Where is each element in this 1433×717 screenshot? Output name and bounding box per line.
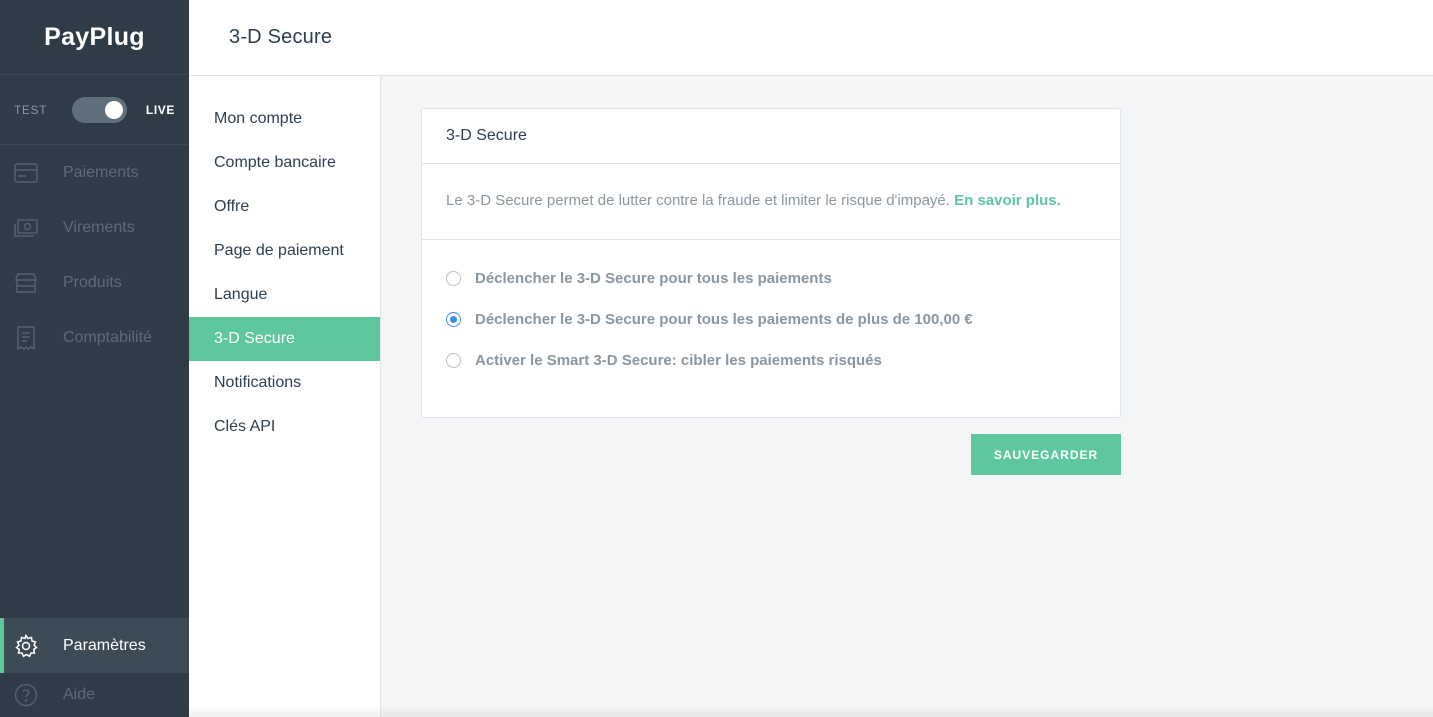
sidebar-item-label: Virements [63, 218, 135, 236]
card-title: 3-D Secure [422, 109, 1120, 164]
toggle-knob [105, 100, 124, 119]
receipt-icon [14, 325, 38, 350]
sidebar-item-label: Paramètres [63, 636, 146, 654]
submenu-item-page-de-paiement[interactable]: Page de paiement [189, 229, 380, 273]
bottom-shadow [189, 705, 1433, 717]
mode-toggle[interactable] [72, 96, 128, 123]
mode-switch-row: TEST LIVE [0, 75, 189, 145]
option-label: Activer le Smart 3-D Secure: cibler les … [475, 352, 882, 369]
submenu-item-cles-api[interactable]: Clés API [189, 405, 380, 449]
sidebar-item-paiements[interactable]: Paiements [0, 145, 189, 200]
option-label: Déclencher le 3-D Secure pour tous les p… [475, 270, 832, 287]
settings-submenu: Mon compte Compte bancaire Offre Page de… [189, 76, 381, 717]
submenu-item-3d-secure[interactable]: 3-D Secure [189, 317, 380, 361]
learn-more-link[interactable]: En savoir plus. [954, 192, 1061, 209]
submenu-item-offre[interactable]: Offre [189, 185, 380, 229]
sidebar-item-virements[interactable]: Virements [0, 200, 189, 255]
page-title: 3-D Secure [229, 26, 333, 48]
store-icon [14, 271, 38, 295]
radio-all-payments[interactable] [446, 271, 461, 286]
three-d-secure-card: 3-D Secure Le 3-D Secure permet de lutte… [421, 108, 1121, 418]
help-icon [14, 683, 38, 707]
card-description: Le 3-D Secure permet de lutter contre la… [422, 164, 1120, 240]
card-icon [14, 161, 38, 185]
sidebar-item-label: Comptabilité [63, 328, 152, 346]
radio-payments-over-threshold[interactable] [446, 312, 461, 327]
submenu-item-notifications[interactable]: Notifications [189, 361, 380, 405]
mode-test-label: TEST [14, 102, 48, 117]
mode-live-label: LIVE [145, 102, 175, 117]
submenu-item-mon-compte[interactable]: Mon compte [189, 97, 380, 141]
radio-smart-3d-secure[interactable] [446, 353, 461, 368]
sidebar-item-label: Aide [63, 686, 96, 703]
sidebar-item-parametres[interactable]: Paramètres [0, 618, 189, 673]
option-smart-3d-secure[interactable]: Activer le Smart 3-D Secure: cibler les … [422, 340, 1120, 381]
sidebar-item-label: Produits [63, 273, 122, 291]
save-button[interactable]: SAUVEGARDER [971, 434, 1121, 475]
description-text: Le 3-D Secure permet de lutter contre la… [446, 192, 950, 209]
sidebar-item-label: Paiements [63, 163, 139, 181]
option-label: Déclencher le 3-D Secure pour tous les p… [475, 311, 973, 328]
submenu-item-compte-bancaire[interactable]: Compte bancaire [189, 141, 380, 185]
cash-icon [14, 216, 38, 240]
page-header: 3-D Secure [189, 0, 1433, 76]
gear-icon [14, 633, 38, 658]
option-all-payments[interactable]: Déclencher le 3-D Secure pour tous les p… [422, 258, 1120, 299]
sidebar: PayPlug TEST LIVE Paiements Virements Pr… [0, 0, 189, 717]
option-payments-over-threshold[interactable]: Déclencher le 3-D Secure pour tous les p… [422, 299, 1120, 340]
sidebar-item-produits[interactable]: Produits [0, 255, 189, 310]
sidebar-item-aide[interactable]: Aide [0, 673, 189, 717]
options-list: Déclencher le 3-D Secure pour tous les p… [422, 240, 1120, 381]
brand-logo[interactable]: PayPlug [0, 0, 189, 75]
submenu-item-langue[interactable]: Langue [189, 273, 380, 317]
sidebar-item-comptabilite[interactable]: Comptabilité [0, 310, 189, 365]
